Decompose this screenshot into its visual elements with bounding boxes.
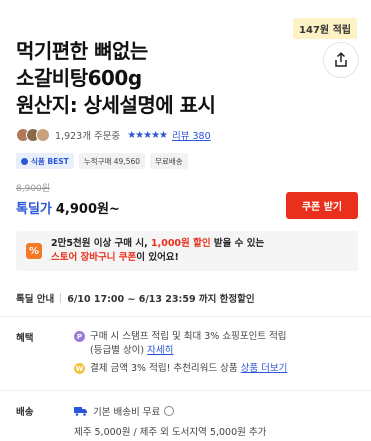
deal-label: 톡딜가 xyxy=(16,202,52,217)
best-icon xyxy=(21,157,28,165)
avatar xyxy=(36,128,50,142)
divider xyxy=(0,390,371,391)
details-link[interactable]: 자세히 xyxy=(147,345,173,356)
promo-text-1: 2만5천원 이상 구매 시, xyxy=(51,238,151,249)
benefit-reward: W 결제 금액 3% 적립! 추천리워드 상품 상품 더보기 xyxy=(74,362,287,376)
promo-text: 2만5천원 이상 구매 시, 1,000원 할인 받을 수 있는 스토어 장바구… xyxy=(51,237,264,265)
best-badge[interactable]: 식품 BEST xyxy=(16,153,74,169)
info-icon[interactable] xyxy=(164,406,175,416)
best-label: 식품 BEST xyxy=(31,156,69,166)
title-line-2: 소갈비탕600g xyxy=(16,66,142,90)
promo-banner[interactable]: % 2만5천원 이상 구매 시, 1,000원 할인 받을 수 있는 스토어 장… xyxy=(16,231,358,271)
free-shipping-badge: 무료배송 xyxy=(150,153,188,169)
shipping-fee: 기본 배송비 무료 xyxy=(74,404,175,418)
promo-text-3: 이 있어요! xyxy=(136,252,179,263)
rating-row: 1,923개 주문중 ★★★★★ 리뷰 380 xyxy=(16,127,211,143)
shipping-label: 배송 xyxy=(16,407,34,418)
points-coin-icon: P xyxy=(74,331,85,342)
truck-icon xyxy=(74,407,87,416)
product-title: 먹기편한 뼈없는 소갈비탕600g 원산지: 상세설명에 표시 xyxy=(16,38,306,119)
current-price: 4,900원~ xyxy=(55,202,120,217)
points-badge: 147원 적립 xyxy=(293,18,357,39)
shipping-extra: 제주 5,000원 / 제주 외 도서지역 5,000원 추가 xyxy=(74,427,267,438)
benefit-line-2: (등급별 상이) xyxy=(90,345,148,356)
share-icon xyxy=(335,52,347,67)
benefit-stamp: P 구매 시 스탬프 적립 및 최대 3% 쇼핑포인트 적립 (등급별 상이) … xyxy=(74,330,287,358)
discount-icon: % xyxy=(26,243,42,259)
promo-highlight-1: 1,000원 할인 xyxy=(150,238,211,249)
benefits-label: 혜택 xyxy=(16,333,34,344)
title-line-3: 원산지: 상세설명에 표시 xyxy=(16,93,216,117)
review-link[interactable]: 리뷰 380 xyxy=(172,128,211,142)
deal-info-label: 톡딜 안내 xyxy=(16,294,55,305)
benefit-line-3: 결제 금액 3% 적립! 추천리워드 상품 xyxy=(90,363,241,374)
orders-count: 1,923개 주문중 xyxy=(55,131,121,142)
coupon-button[interactable]: 쿠폰 받기 xyxy=(286,192,358,219)
more-products-link[interactable]: 상품 더보기 xyxy=(241,363,288,374)
buyer-avatars xyxy=(16,128,50,142)
original-price: 8,900원 xyxy=(16,184,51,194)
reward-coin-icon: W xyxy=(74,363,85,374)
divider xyxy=(60,293,62,303)
benefit-line-1: 구매 시 스탬프 적립 및 최대 3% 쇼핑포인트 적립 xyxy=(90,331,287,342)
divider xyxy=(0,316,371,317)
deal-info-value: 6/10 17:00 ~ 6/13 23:59 까지 한정할인 xyxy=(67,294,255,305)
promo-highlight-2: 스토어 장바구니 쿠폰 xyxy=(51,252,137,263)
cumulative-badge: 누적구매 49,560 xyxy=(78,153,146,169)
deal-info: 톡딜 안내 6/10 17:00 ~ 6/13 23:59 까지 한정할인 xyxy=(16,291,255,305)
title-line-1: 먹기편한 뼈없는 xyxy=(16,39,148,63)
tag-list: 식품 BEST 누적구매 49,560 무료배송 xyxy=(16,153,188,169)
price-row: 톡딜가 4,900원~ xyxy=(16,198,120,217)
shipping-fee-text: 기본 배송비 무료 xyxy=(93,407,161,418)
promo-text-2: 받을 수 있는 xyxy=(210,238,265,249)
share-button[interactable] xyxy=(323,42,359,78)
star-rating-icon: ★★★★★ xyxy=(127,129,168,141)
